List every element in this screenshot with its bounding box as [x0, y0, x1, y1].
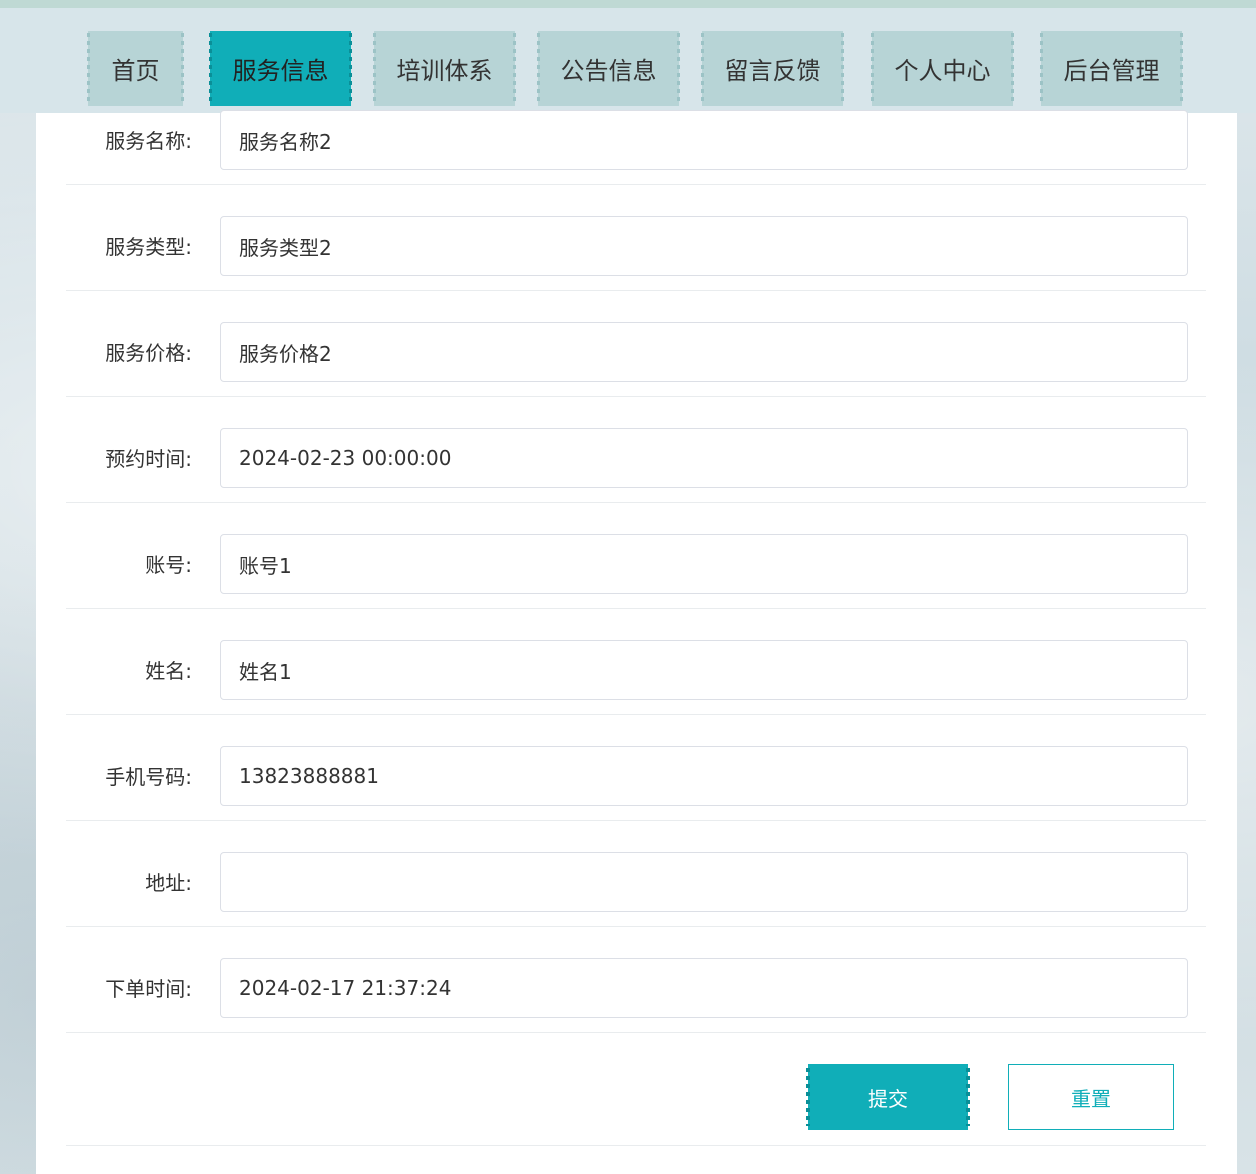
form-row-phone: 手机号码: 13823888881 [66, 715, 1206, 821]
order-form-panel: 服务名称: 服务名称2 服务类型: 服务类型2 服务价格: 服务价格2 预约时间… [36, 110, 1237, 1174]
form-row-service-name: 服务名称: 服务名称2 [66, 79, 1206, 185]
account-input[interactable]: 账号1 [220, 534, 1188, 594]
submit-button[interactable]: 提交 [806, 1064, 970, 1130]
service-name-label: 服务名称: [105, 129, 192, 153]
reset-button[interactable]: 重置 [1008, 1064, 1174, 1130]
address-label: 地址: [145, 871, 192, 895]
form-row-address: 地址: [66, 821, 1206, 927]
name-label: 姓名: [145, 659, 192, 683]
form-row-order-time: 下单时间: 2024-02-17 21:37:24 [66, 927, 1206, 1033]
form-row-appointment-time: 预约时间: 2024-02-23 00:00:00 [66, 397, 1206, 503]
service-price-label: 服务价格: [105, 341, 192, 365]
form-row-account: 账号: 账号1 [66, 503, 1206, 609]
address-input[interactable] [220, 852, 1188, 912]
order-time-input[interactable]: 2024-02-17 21:37:24 [220, 958, 1188, 1018]
appointment-time-input[interactable]: 2024-02-23 00:00:00 [220, 428, 1188, 488]
order-time-label: 下单时间: [105, 977, 192, 1001]
service-price-input[interactable]: 服务价格2 [220, 322, 1188, 382]
service-name-input[interactable]: 服务名称2 [220, 110, 1188, 170]
form-row-name: 姓名: 姓名1 [66, 609, 1206, 715]
service-type-label: 服务类型: [105, 235, 192, 259]
phone-label: 手机号码: [105, 765, 192, 789]
form-actions: 提交 重置 [66, 1034, 1206, 1146]
service-type-input[interactable]: 服务类型2 [220, 216, 1188, 276]
form-row-service-price: 服务价格: 服务价格2 [66, 291, 1206, 397]
account-label: 账号: [145, 553, 192, 577]
phone-input[interactable]: 13823888881 [220, 746, 1188, 806]
name-input[interactable]: 姓名1 [220, 640, 1188, 700]
appointment-time-label: 预约时间: [105, 447, 192, 471]
form-row-service-type: 服务类型: 服务类型2 [66, 185, 1206, 291]
